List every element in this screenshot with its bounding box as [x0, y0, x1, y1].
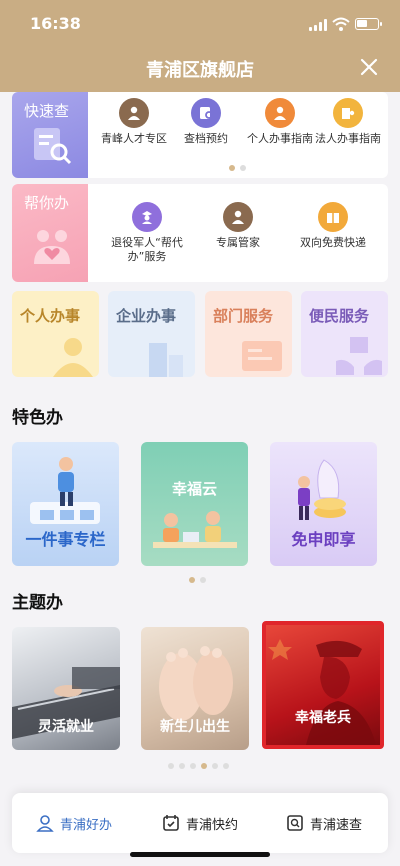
tile-label: 灵活就业 [38, 719, 94, 735]
status-bar: 16:38 [0, 14, 400, 38]
quick-check-banner[interactable]: 快速查 [12, 92, 88, 178]
category-convenience[interactable]: 便民服务 [301, 291, 388, 377]
hands-box-icon [336, 337, 382, 375]
service-personal-guide[interactable]: 个人办事指南 [244, 98, 316, 146]
people-icon [53, 338, 93, 377]
tab-label: 青浦好办 [60, 817, 113, 833]
service-label: 退役军人“帮代办”服务 [111, 236, 183, 263]
tab-label: 青浦快约 [186, 817, 239, 833]
service-veteran-help[interactable]: 退役军人“帮代办”服务 [104, 202, 190, 264]
file-search-icon [191, 98, 221, 128]
app-header: 16:38 青浦区旗舰店 [0, 0, 400, 92]
battery-icon [355, 18, 382, 30]
close-icon[interactable] [360, 58, 378, 76]
category-label: 部门服务 [213, 307, 274, 325]
heart-hands-icon [34, 230, 70, 264]
tile-label: 新生儿出生 [160, 719, 230, 735]
person-tie-icon [119, 98, 149, 128]
category-label: 企业办事 [116, 307, 177, 325]
document-search-icon [34, 128, 72, 165]
themes-carousel-dots [168, 763, 229, 769]
tile-label: 一件事专栏 [25, 530, 106, 549]
package-icon [318, 202, 348, 232]
building-icon [149, 343, 183, 377]
quick-check-card: 快速查 青峰人才专区 查档预约 个人办事指南 法人办事指南 [12, 92, 388, 178]
butler-icon [223, 202, 253, 232]
tile-label: 免申即享 [291, 530, 356, 549]
themes-section-title: 主题办 [12, 593, 63, 613]
featured-happy-cloud[interactable]: 幸福云 [141, 442, 248, 566]
service-archive-appointment[interactable]: 查档预约 [170, 98, 242, 146]
theme-newborn[interactable]: 新生儿出生 [141, 627, 249, 750]
category-department[interactable]: 部门服务 [205, 291, 292, 377]
featured-one-thing[interactable]: 一件事专栏 [12, 442, 119, 566]
tab-qingpu-haoban[interactable]: 青浦好办 [36, 813, 112, 833]
theme-flexible-employment[interactable]: 灵活就业 [12, 627, 120, 750]
carousel-dots [229, 165, 246, 171]
tab-qingpu-sucha[interactable]: 青浦速查 [286, 813, 362, 833]
soldier-silhouette-image [268, 639, 376, 745]
category-personal[interactable]: 个人办事 [12, 291, 99, 377]
company-person-icon [333, 98, 363, 128]
person-outline-icon [36, 815, 54, 832]
rocket-coins-illustration [298, 459, 346, 520]
quick-check-label: 快速查 [24, 102, 70, 120]
category-label: 便民服务 [309, 307, 370, 325]
category-enterprise[interactable]: 企业办事 [108, 291, 195, 377]
tile-label: 幸福云 [171, 480, 217, 498]
veteran-icon [132, 202, 162, 232]
wifi-icon [332, 17, 350, 31]
home-indicator [130, 852, 270, 857]
person-icon [265, 98, 295, 128]
help-do-banner[interactable]: 帮你办 [12, 184, 88, 282]
tab-label: 青浦速查 [310, 817, 363, 833]
service-label: 查档预约 [184, 132, 228, 145]
person-illustration [30, 457, 100, 524]
calendar-check-icon [163, 815, 179, 831]
certificate-icon [242, 341, 282, 371]
signal-icon [309, 19, 327, 31]
page-title: 青浦区旗舰店 [146, 60, 254, 81]
service-label: 青峰人才专区 [101, 132, 167, 145]
tab-qingpu-kuaiyue[interactable]: 青浦快约 [162, 813, 238, 833]
service-talent-zone[interactable]: 青峰人才专区 [100, 98, 168, 146]
featured-section-title: 特色办 [12, 408, 63, 428]
featured-carousel-dots [189, 577, 206, 583]
help-do-card: 帮你办 退役军人“帮代办”服务 专属管家 双向免费快递 [12, 184, 388, 282]
service-label: 法人办事指南 [315, 132, 381, 145]
service-label: 专属管家 [216, 236, 260, 249]
service-label: 个人办事指南 [247, 132, 313, 145]
theme-happy-veteran[interactable]: 幸福老兵 [262, 621, 384, 749]
people-desk-illustration [153, 511, 237, 548]
featured-apply-free[interactable]: 免申即享 [270, 442, 377, 566]
service-corporate-guide[interactable]: 法人办事指南 [312, 98, 384, 146]
service-label: 双向免费快递 [300, 236, 366, 249]
status-time: 16:38 [30, 14, 81, 33]
help-do-label: 帮你办 [24, 194, 70, 212]
service-free-delivery[interactable]: 双向免费快递 [290, 202, 376, 250]
service-butler[interactable]: 专属管家 [202, 202, 274, 250]
category-label: 个人办事 [20, 307, 81, 325]
bottom-tab-bar: 青浦好办 青浦快约 青浦速查 [12, 793, 388, 853]
tile-label: 幸福老兵 [295, 710, 351, 726]
search-doc-icon [287, 815, 303, 831]
